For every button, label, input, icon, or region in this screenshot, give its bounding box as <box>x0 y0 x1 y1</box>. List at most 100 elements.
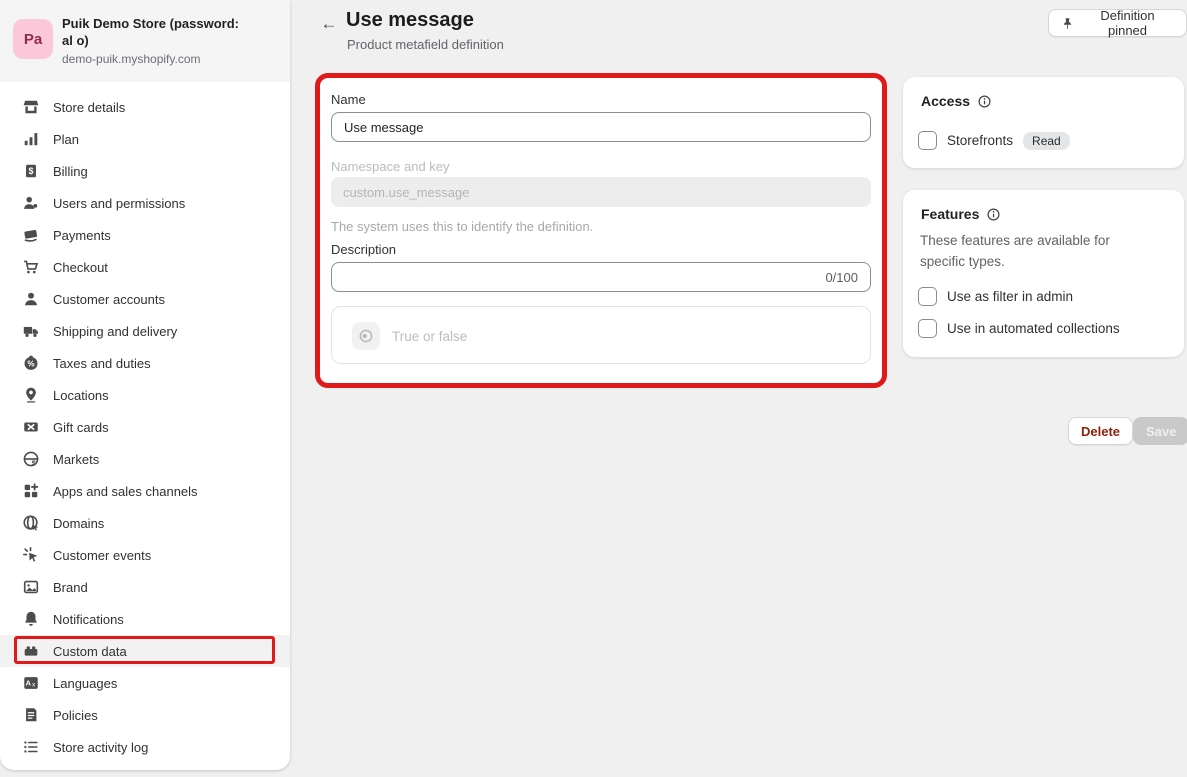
namespace-input <box>331 177 871 207</box>
description-char-counter: 0/100 <box>825 270 858 285</box>
svg-text:A: A <box>26 679 32 688</box>
sidebar-item-notifications[interactable]: Notifications <box>0 603 290 635</box>
delete-button[interactable]: Delete <box>1068 417 1133 445</box>
sidebar-item-plan[interactable]: Plan <box>0 123 290 155</box>
sidebar-item-brand[interactable]: Brand <box>0 571 290 603</box>
sidebar-item-label: Languages <box>53 676 117 691</box>
store-icon <box>22 98 40 116</box>
policies-icon <box>22 706 40 724</box>
sidebar-item-billing[interactable]: $ Billing <box>0 155 290 187</box>
storefronts-label: Storefronts <box>947 133 1013 148</box>
sidebar-item-label: Store activity log <box>53 740 148 755</box>
sidebar-item-checkout[interactable]: Checkout <box>0 251 290 283</box>
sidebar-item-label: Notifications <box>53 612 124 627</box>
sidebar-item-label: Customer events <box>53 548 151 563</box>
access-title: Access <box>921 93 970 109</box>
payments-icon <box>22 226 40 244</box>
features-description: These features are available for specifi… <box>920 230 1158 272</box>
automated-collections-row: Use in automated collections <box>918 319 1120 338</box>
sidebar-item-label: Shipping and delivery <box>53 324 177 339</box>
sidebar-item-gift-cards[interactable]: Gift cards <box>0 411 290 443</box>
checkout-icon <box>22 258 40 276</box>
sidebar-item-label: Locations <box>53 388 109 403</box>
sidebar-item-shipping-and-delivery[interactable]: Shipping and delivery <box>0 315 290 347</box>
read-badge: Read <box>1023 132 1070 150</box>
page-title: Use message <box>346 9 474 32</box>
sidebar-item-label: Gift cards <box>53 420 109 435</box>
custom-data-icon <box>22 642 40 660</box>
sidebar-item-label: Billing <box>53 164 88 179</box>
sidebar-item-users-and-permissions[interactable]: Users and permissions <box>0 187 290 219</box>
storefronts-checkbox[interactable] <box>918 131 937 150</box>
sidebar-item-label: Domains <box>53 516 104 531</box>
name-input[interactable] <box>331 112 871 142</box>
users-icon <box>22 194 40 212</box>
description-input[interactable] <box>331 262 871 292</box>
sidebar-item-label: Payments <box>53 228 111 243</box>
customer-events-icon <box>22 546 40 564</box>
sidebar-item-markets[interactable]: $ Markets <box>0 443 290 475</box>
sidebar-item-domains[interactable]: Domains <box>0 507 290 539</box>
namespace-help-text: The system uses this to identify the def… <box>331 219 593 234</box>
info-icon[interactable] <box>986 207 1001 222</box>
sidebar-item-label: Custom data <box>53 644 127 659</box>
settings-page: Pa Puik Demo Store (password: al o) demo… <box>0 0 1187 777</box>
use-as-filter-checkbox[interactable] <box>918 287 937 306</box>
store-name: Puik Demo Store (password: al o) <box>62 15 244 49</box>
use-as-filter-label: Use as filter in admin <box>947 289 1073 304</box>
shipping-icon <box>22 322 40 340</box>
definition-pinned-button[interactable]: Definition pinned <box>1048 9 1187 37</box>
sidebar-item-apps-and-sales-channels[interactable]: Apps and sales channels <box>0 475 290 507</box>
sidebar-item-store-activity-log[interactable]: Store activity log <box>0 731 290 763</box>
sidebar-item-custom-data[interactable]: Custom data <box>0 635 290 667</box>
sidebar-item-locations[interactable]: Locations <box>0 379 290 411</box>
info-icon[interactable] <box>977 94 992 109</box>
access-card: Access Storefronts Read <box>903 77 1184 168</box>
svg-text:$: $ <box>32 458 37 467</box>
locations-icon <box>22 386 40 404</box>
pin-icon <box>1061 17 1074 30</box>
save-button[interactable]: Save <box>1133 417 1187 445</box>
domains-icon <box>22 514 40 532</box>
markets-icon: $ <box>22 450 40 468</box>
type-icon-container <box>352 322 380 350</box>
features-card: Features These features are available fo… <box>903 190 1184 357</box>
sidebar-item-customer-accounts[interactable]: Customer accounts <box>0 283 290 315</box>
store-header: Pa Puik Demo Store (password: al o) demo… <box>0 0 290 82</box>
sidebar-item-label: Checkout <box>53 260 108 275</box>
metafield-definition-card: Name Namespace and key The system uses t… <box>318 76 884 385</box>
sidebar-item-store-details[interactable]: Store details <box>0 91 290 123</box>
features-title: Features <box>921 206 979 222</box>
notifications-icon <box>22 610 40 628</box>
activity-log-icon <box>22 738 40 756</box>
sidebar-item-label: Policies <box>53 708 98 723</box>
back-arrow-icon: ← <box>321 14 338 34</box>
sidebar-item-policies[interactable]: Policies <box>0 699 290 731</box>
svg-text:$: $ <box>28 166 33 176</box>
sidebar-item-label: Taxes and duties <box>53 356 151 371</box>
automated-collections-checkbox[interactable] <box>918 319 937 338</box>
back-button[interactable]: ← <box>316 11 342 37</box>
sidebar-item-taxes-and-duties[interactable]: % Taxes and duties <box>0 347 290 379</box>
sidebar-item-label: Markets <box>53 452 99 467</box>
settings-sidebar: Pa Puik Demo Store (password: al o) demo… <box>0 0 290 770</box>
sidebar-item-label: Users and permissions <box>53 196 185 211</box>
metafield-type-box: True or false <box>331 306 871 364</box>
sidebar-item-label: Plan <box>53 132 79 147</box>
brand-icon <box>22 578 40 596</box>
plan-icon <box>22 130 40 148</box>
automated-collections-label: Use in automated collections <box>947 321 1120 336</box>
store-avatar: Pa <box>13 19 53 59</box>
namespace-label: Namespace and key <box>331 159 450 174</box>
name-label: Name <box>331 92 366 107</box>
type-label: True or false <box>392 307 467 365</box>
languages-icon: Ax <box>22 674 40 692</box>
filter-admin-row: Use as filter in admin <box>918 287 1073 306</box>
sidebar-item-customer-events[interactable]: Customer events <box>0 539 290 571</box>
sidebar-item-payments[interactable]: Payments <box>0 219 290 251</box>
boolean-toggle-icon <box>358 328 374 344</box>
description-label: Description <box>331 242 396 257</box>
sidebar-item-languages[interactable]: Ax Languages <box>0 667 290 699</box>
sidebar-item-label: Customer accounts <box>53 292 165 307</box>
apps-icon <box>22 482 40 500</box>
